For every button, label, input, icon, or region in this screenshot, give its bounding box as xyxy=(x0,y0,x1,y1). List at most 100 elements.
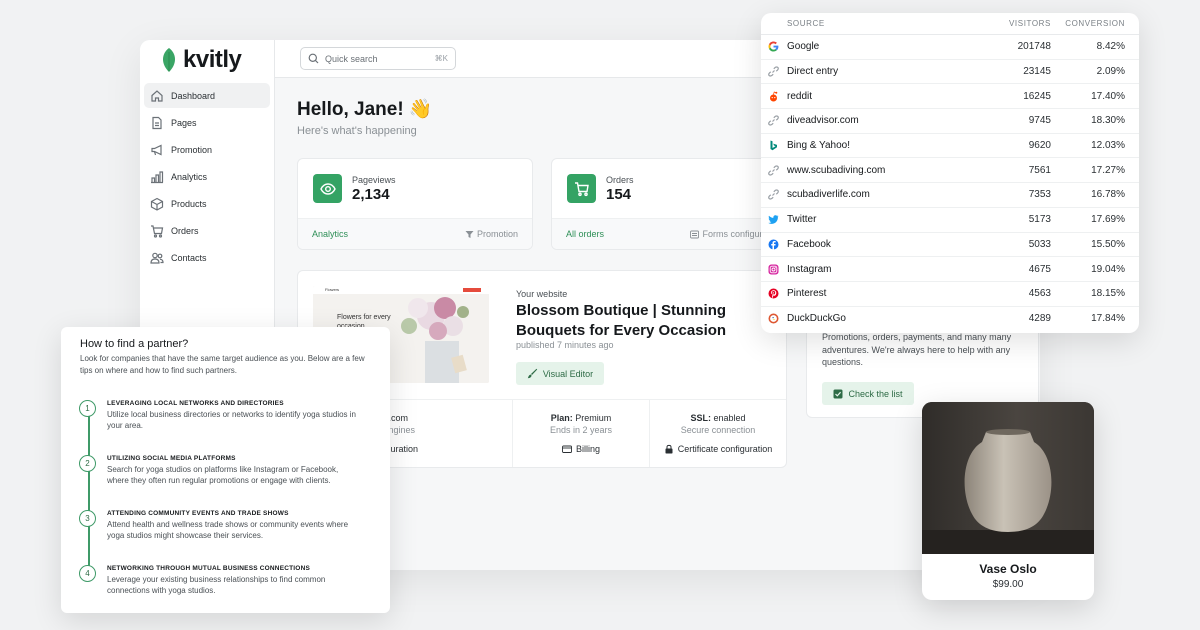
all-orders-link[interactable]: All orders xyxy=(566,229,604,239)
duckduckgo-icon xyxy=(768,313,779,324)
source-name: Google xyxy=(787,41,820,53)
source-cell: Pinterest xyxy=(761,288,971,299)
visitors-cell: 23145 xyxy=(1023,66,1051,78)
visitors-cell: 201748 xyxy=(1017,41,1051,53)
box-icon xyxy=(150,197,164,211)
promotion-link[interactable]: Promotion xyxy=(465,229,518,239)
visitors-cell: 5173 xyxy=(1028,214,1051,226)
source-cell: diveadvisor.com xyxy=(761,115,971,126)
source-name: Facebook xyxy=(787,238,831,250)
forms-configuration-link[interactable]: Forms configurati xyxy=(690,229,772,239)
sidebar-item-pages[interactable]: Pages xyxy=(144,110,270,135)
source-name: diveadvisor.com xyxy=(787,115,859,127)
search-icon xyxy=(308,53,319,64)
table-row[interactable]: Pinterest 4563 18.15% xyxy=(761,282,1139,307)
source-cell: scubadiverlife.com xyxy=(761,189,971,200)
conversion-column-header[interactable]: CONVERSION xyxy=(1051,19,1125,28)
table-row[interactable]: scubadiverlife.com 7353 16.78% xyxy=(761,183,1139,208)
facebook-icon xyxy=(768,239,779,250)
source-name: Pinterest xyxy=(787,288,827,300)
search-input[interactable]: Quick search ⌘K xyxy=(300,47,456,70)
sidebar-item-analytics[interactable]: Analytics xyxy=(144,164,270,189)
sidebar-item-label: Analytics xyxy=(171,171,208,182)
promotion-link-label: Promotion xyxy=(476,229,518,239)
website-label: Your website xyxy=(516,289,568,299)
source-cell: reddit xyxy=(761,91,971,102)
help-text: Promotions, orders, payments, and many m… xyxy=(822,332,1012,368)
sidebar-item-label: Promotion xyxy=(171,144,213,155)
visual-editor-button[interactable]: Visual Editor xyxy=(516,362,604,385)
source-column-header[interactable]: SOURCE xyxy=(761,19,971,28)
home-icon xyxy=(150,89,164,103)
plan-value: Plan: Premium xyxy=(551,413,612,423)
brand-logo[interactable]: kvitly xyxy=(160,45,242,75)
sidebar-item-products[interactable]: Products xyxy=(144,191,270,216)
eye-icon xyxy=(313,174,342,203)
step-number: 3 xyxy=(79,510,96,527)
search-shortcut: ⌘K xyxy=(434,54,448,63)
visitors-cell: 4563 xyxy=(1028,288,1051,300)
billing-link[interactable]: Billing xyxy=(562,444,600,454)
table-header: SOURCE VISITORS CONVERSION xyxy=(761,13,1139,35)
traffic-sources-table: SOURCE VISITORS CONVERSION Google 201748… xyxy=(761,13,1139,333)
visitors-cell: 9745 xyxy=(1028,115,1051,127)
sidebar-item-contacts[interactable]: Contacts xyxy=(144,245,270,270)
table-row[interactable]: Twitter 5173 17.69% xyxy=(761,208,1139,233)
plan-name: Premium xyxy=(575,413,612,423)
source-cell: Direct entry xyxy=(761,66,971,77)
source-cell: www.scubadiving.com xyxy=(761,165,971,176)
bing-icon xyxy=(768,140,779,151)
certificate-configuration-link[interactable]: Certificate configuration xyxy=(664,444,773,454)
link-icon xyxy=(768,165,779,176)
step-title: UTILIZING SOCIAL MEDIA PLATFORMS xyxy=(107,455,236,462)
source-name: www.scubadiving.com xyxy=(787,164,886,176)
conversion-cell: 17.84% xyxy=(1091,313,1125,325)
source-cell: DuckDuckGo xyxy=(761,313,971,324)
visitors-column-header[interactable]: VISITORS xyxy=(971,19,1051,28)
sidebar-item-orders[interactable]: Orders xyxy=(144,218,270,243)
page-icon xyxy=(150,116,164,130)
bar-chart-icon xyxy=(150,170,164,184)
table-row[interactable]: Instagram 4675 19.04% xyxy=(761,257,1139,282)
table-row[interactable]: Direct entry 23145 2.09% xyxy=(761,60,1139,85)
sidebar-item-label: Pages xyxy=(171,117,197,128)
product-price: $99.00 xyxy=(992,579,1024,590)
page-subtitle: Here's what's happening xyxy=(297,125,417,137)
certificate-configuration-label: Certificate configuration xyxy=(677,444,773,454)
conversion-cell: 18.30% xyxy=(1091,115,1125,127)
partner-tips-card: How to find a partner? Look for companie… xyxy=(61,327,390,613)
table-row[interactable]: reddit 16245 17.40% xyxy=(761,84,1139,110)
table-row[interactable]: www.scubadiving.com 7561 17.27% xyxy=(761,158,1139,184)
table-row[interactable]: Google 201748 8.42% xyxy=(761,35,1139,60)
plan-sub: Ends in 2 years xyxy=(549,425,613,435)
product-card[interactable]: Vase Oslo $99.00 xyxy=(922,402,1094,600)
sidebar-item-label: Contacts xyxy=(171,252,207,263)
reddit-icon xyxy=(768,91,779,102)
visitors-cell: 4675 xyxy=(1028,263,1051,275)
sidebar-item-promotion[interactable]: Promotion xyxy=(144,137,270,162)
conversion-cell: 19.04% xyxy=(1091,263,1125,275)
visitors-cell: 7353 xyxy=(1028,189,1051,201)
source-name: reddit xyxy=(787,90,813,102)
table-row[interactable]: diveadvisor.com 9745 18.30% xyxy=(761,109,1139,134)
source-cell: Bing & Yahoo! xyxy=(761,140,971,151)
source-cell: Twitter xyxy=(761,214,971,225)
conversion-cell: 2.09% xyxy=(1096,66,1125,78)
sidebar-item-dashboard[interactable]: Dashboard xyxy=(144,83,270,108)
leaf-logo-icon xyxy=(163,48,175,72)
plan-column: Plan: Premium Ends in 2 years Billing xyxy=(513,400,650,467)
visitors-cell: 16245 xyxy=(1023,90,1051,102)
partner-intro: Look for companies that have the same ta… xyxy=(80,354,365,375)
analytics-link[interactable]: Analytics xyxy=(312,229,348,239)
table-row[interactable]: DuckDuckGo 4289 17.84% xyxy=(761,307,1139,332)
cart-icon xyxy=(567,174,596,203)
table-row[interactable]: Facebook 5033 15.50% xyxy=(761,233,1139,258)
link-icon xyxy=(768,115,779,126)
step-description: Leverage your existing business relation… xyxy=(107,575,326,596)
link-icon xyxy=(768,66,779,77)
check-the-list-button[interactable]: Check the list xyxy=(822,382,914,405)
instagram-icon xyxy=(768,264,779,275)
timeline-line xyxy=(88,407,90,575)
table-row[interactable]: Bing & Yahoo! 9620 12.03% xyxy=(761,134,1139,159)
billing-label: Billing xyxy=(575,444,600,454)
